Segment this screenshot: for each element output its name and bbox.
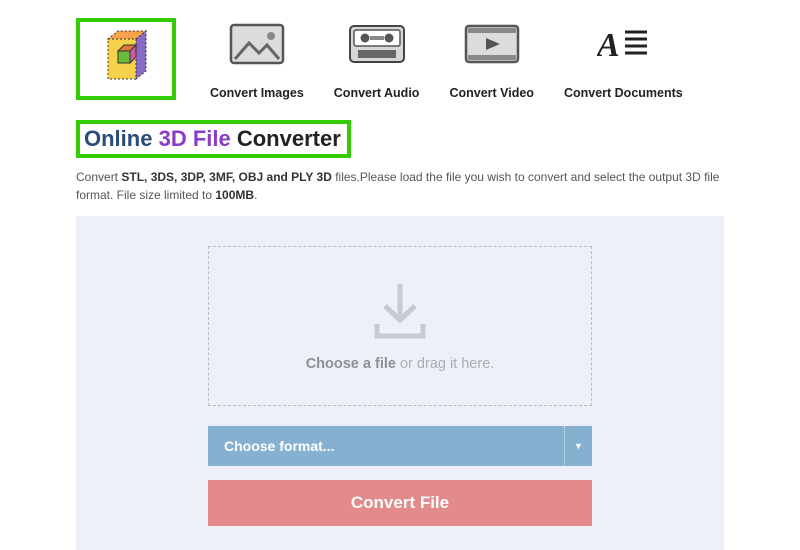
convert-button[interactable]: Convert File <box>208 480 592 526</box>
title-part-3d: 3D File <box>159 126 231 151</box>
chevron-down-icon: ▼ <box>564 426 592 466</box>
nav-convert-video[interactable]: Convert Video <box>449 22 534 100</box>
nav-convert-audio[interactable]: Convert Audio <box>334 22 420 100</box>
upload-panel: Choose a file or drag it here. Choose fo… <box>76 216 724 550</box>
nav-label: Convert Documents <box>564 86 683 100</box>
top-nav: Convert Images Convert Audio <box>210 18 683 100</box>
logo-3d[interactable] <box>76 18 176 100</box>
cube-3d-icon <box>94 27 158 91</box>
format-select[interactable]: Choose format... ▼ <box>208 426 592 466</box>
dropzone-label: Choose a file or drag it here. <box>306 356 495 372</box>
download-arrow-icon <box>371 280 429 344</box>
page-title: Online 3D File Converter <box>76 120 351 158</box>
audio-icon <box>347 22 407 66</box>
nav-convert-images[interactable]: Convert Images <box>210 22 304 100</box>
video-icon <box>462 22 522 66</box>
title-part-converter: Converter <box>237 126 341 151</box>
title-part-online: Online <box>84 126 152 151</box>
document-icon: A <box>593 22 653 66</box>
image-icon <box>227 22 287 66</box>
nav-label: Convert Video <box>449 86 534 100</box>
format-select-label: Choose format... <box>208 438 334 454</box>
nav-label: Convert Audio <box>334 86 420 100</box>
nav-convert-documents[interactable]: A Convert Documents <box>564 22 683 100</box>
nav-label: Convert Images <box>210 86 304 100</box>
description-text: Convert STL, 3DS, 3DP, 3MF, OBJ and PLY … <box>76 168 724 204</box>
svg-text:A: A <box>597 27 620 64</box>
file-dropzone[interactable]: Choose a file or drag it here. <box>208 246 592 406</box>
